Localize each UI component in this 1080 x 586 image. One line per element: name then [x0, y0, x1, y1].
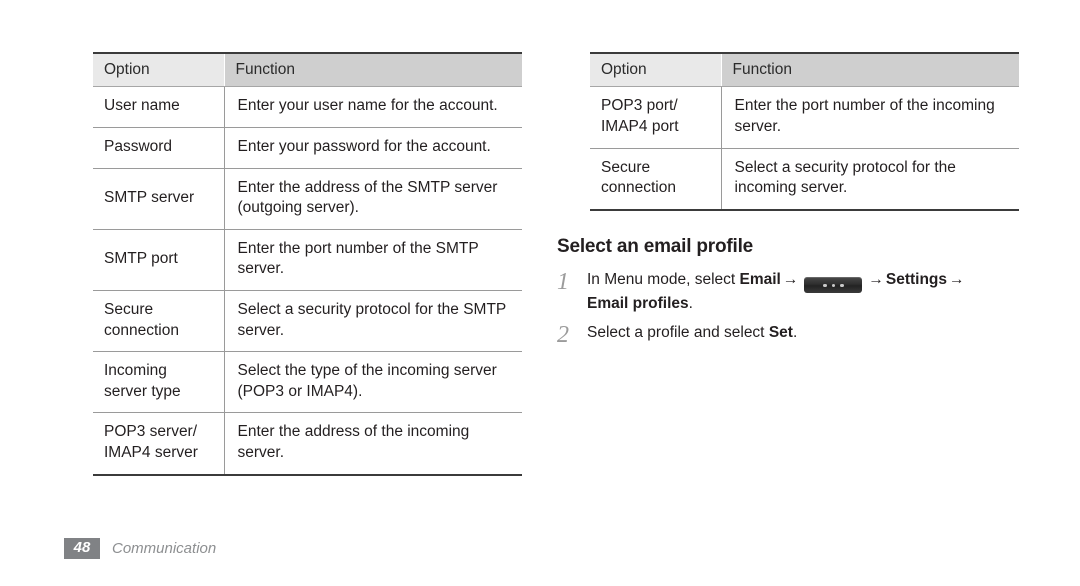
table-header-row: Option Function: [93, 53, 522, 88]
column-header-function: Function: [223, 53, 522, 88]
table-body-right: POP3 port/ IMAP4 port Enter the port num…: [590, 86, 1019, 210]
left-column: Option Function User name Enter your use…: [93, 52, 522, 476]
option-cell: Password: [93, 127, 224, 169]
key-dot-icon: [823, 283, 827, 287]
step-item: 1 In Menu mode, select Email → → Settings → E…: [557, 269, 1027, 315]
step-bold-email-profiles: Email profiles: [587, 295, 689, 313]
page-footer: 48 Communication: [64, 538, 216, 559]
table-row: POP3 server/ IMAP4 server Enter the addr…: [93, 412, 522, 475]
menu-key-icon: [804, 277, 863, 294]
option-cell: SMTP port: [93, 229, 224, 292]
table-body-left: User name Enter your user name for the a…: [93, 86, 522, 475]
page-number-badge: 48: [64, 538, 100, 559]
step-text-prefix: In Menu mode, select: [587, 271, 740, 288]
key-dot-icon: [831, 283, 836, 287]
step-text-suffix: .: [792, 324, 798, 342]
step-number: 2: [557, 322, 569, 349]
table-row: SMTP port Enter the port number of the S…: [93, 229, 522, 292]
arrow-icon: →: [868, 271, 884, 288]
option-cell: SMTP server: [93, 168, 224, 230]
step-text: Select a profile and select Set.: [587, 322, 1027, 344]
table-row: Secure connection Select a security prot…: [93, 290, 522, 353]
table-row: Password Enter your password for the acc…: [93, 127, 522, 169]
step-text-prefix: Select a profile and select: [587, 324, 769, 342]
step-item: 2 Select a profile and select Set.: [557, 322, 1027, 347]
function-cell: Enter your password for the account.: [223, 127, 522, 169]
option-cell: POP3 server/ IMAP4 server: [104, 423, 198, 462]
table-row: POP3 port/ IMAP4 port Enter the port num…: [590, 86, 1019, 149]
step-text: In Menu mode, select Email → → Settings → Ema…: [587, 269, 1027, 315]
column-header-function: Function: [720, 53, 1019, 88]
function-cell: Select a security protocol for the incom…: [720, 148, 1019, 210]
function-cell: Select the type of the incoming server (…: [223, 351, 522, 414]
step-text-suffix: .: [688, 295, 693, 313]
arrow-icon: →: [949, 271, 965, 288]
column-header-option: Option: [93, 53, 224, 88]
manual-page: Option Function User name Enter your use…: [0, 0, 1080, 586]
function-cell: Enter your user name for the account.: [223, 86, 522, 128]
email-settings-table-right: Option Function POP3 port/ IMAP4 port En…: [590, 52, 1019, 211]
step-number: 1: [557, 269, 569, 295]
table-header-row: Option Function: [590, 53, 1019, 88]
step-bold-set: Set: [768, 324, 793, 342]
column-header-option: Option: [590, 53, 721, 88]
function-cell: Enter the port number of the incoming se…: [720, 86, 1019, 149]
option-cell: Incoming server type: [93, 351, 224, 414]
table-header-right: Option Function: [590, 53, 1019, 88]
instruction-steps: 1 In Menu mode, select Email → → Settings → E…: [557, 269, 1027, 354]
section-heading: Select an email profile: [557, 236, 754, 257]
option-cell: POP3 port/ IMAP4 port: [590, 86, 721, 149]
function-cell: Select a security protocol for the SMTP …: [223, 290, 522, 353]
function-cell: Enter the address of the SMTP server (ou…: [223, 168, 522, 230]
table-row: Secure connection Select a security prot…: [590, 148, 1019, 210]
table-row: User name Enter your user name for the a…: [93, 86, 522, 128]
function-cell: Enter the address of the incoming server…: [223, 412, 522, 475]
function-cell: Enter the port number of the SMTP server…: [223, 229, 522, 292]
arrow-icon: →: [782, 271, 799, 288]
option-cell: User name: [93, 86, 224, 128]
right-column: Option Function POP3 port/ IMAP4 port En…: [590, 52, 1019, 211]
option-cell: Secure connection: [601, 158, 676, 197]
key-dot-icon: [840, 283, 844, 287]
chapter-label: Communication: [112, 539, 217, 557]
email-settings-table-left: Option Function User name Enter your use…: [93, 52, 522, 476]
step-bold-email: Email: [739, 271, 781, 288]
table-header-left: Option Function: [93, 53, 522, 88]
option-cell: Secure connection: [93, 290, 224, 353]
table-row: Incoming server type Select the type of …: [93, 351, 522, 414]
table-row: SMTP server Enter the address of the SMT…: [93, 168, 522, 230]
step-bold-settings: Settings: [885, 271, 948, 288]
